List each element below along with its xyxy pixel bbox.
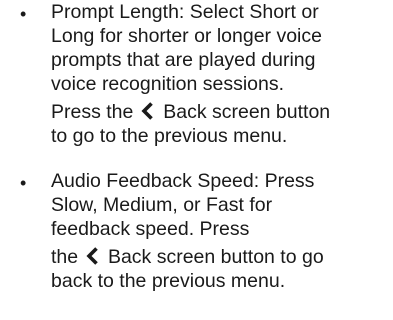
item-line: Long for shorter or longer voice xyxy=(51,25,322,47)
back-chevron-icon xyxy=(141,102,153,120)
item-line: prompts that are played during xyxy=(51,49,316,71)
item-line: back to the previous menu. xyxy=(51,270,286,292)
back-instruction-prefix: Press the xyxy=(51,101,134,123)
back-screen-button-label: Back screen button to go xyxy=(107,246,324,268)
back-instruction-line: the Back screen button to go xyxy=(51,245,393,269)
back-screen-button-label: Back screen button xyxy=(163,101,331,123)
manual-page: • Prompt Length: Select Short or Long fo… xyxy=(0,0,393,320)
item-line: Prompt Length: Select Short or xyxy=(51,1,319,23)
item-line: Audio Feedback Speed: Press xyxy=(51,170,315,192)
item-line: feedback speed. Press xyxy=(51,218,250,240)
bullet-marker: • xyxy=(20,173,27,193)
item-text: Audio Feedback Speed: Press Slow, Medium… xyxy=(51,169,393,293)
bullet-marker: • xyxy=(20,4,27,24)
item-text: Prompt Length: Select Short or Long for … xyxy=(51,0,393,148)
back-instruction-prefix: the xyxy=(51,246,79,268)
back-chevron-icon xyxy=(85,247,98,265)
item-line: to go to the previous menu. xyxy=(51,125,288,147)
item-line: voice recognition sessions. xyxy=(51,73,285,95)
back-instruction-line: Press the Back screen button xyxy=(51,100,393,124)
item-line: Slow, Medium, or Fast for xyxy=(51,194,273,216)
